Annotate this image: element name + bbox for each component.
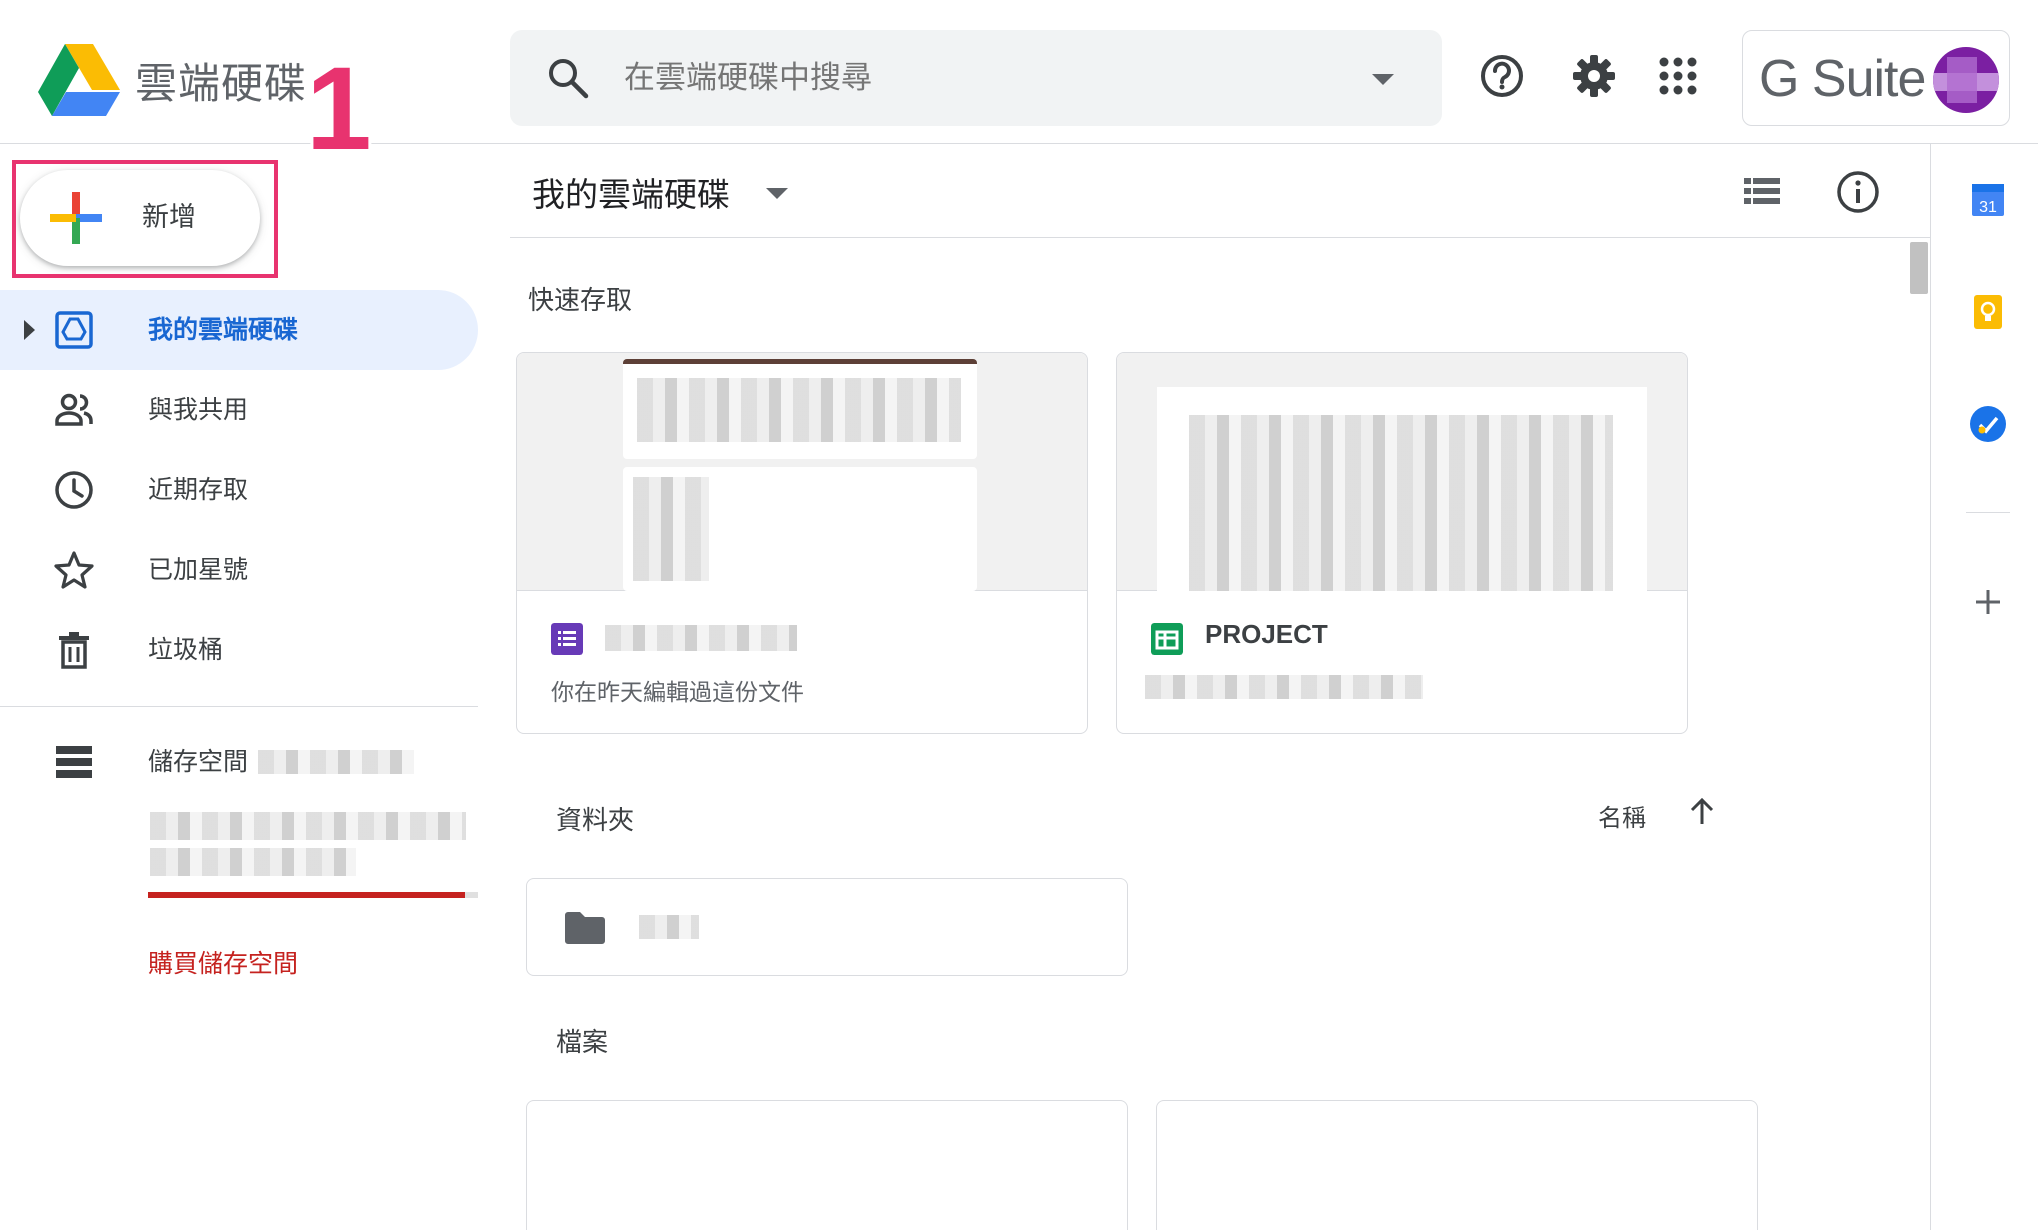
star-icon xyxy=(54,551,94,589)
side-panel-separator xyxy=(1966,512,2010,513)
search-input[interactable] xyxy=(624,30,1324,126)
quick-access-card[interactable]: PROJECT xyxy=(1116,352,1688,734)
files-heading: 檔案 xyxy=(556,1028,609,1058)
forms-file-icon xyxy=(551,623,583,655)
app-title[interactable]: 雲端硬碟 xyxy=(135,50,307,111)
file-thumbnail xyxy=(517,353,1087,591)
sort-by-name-button[interactable]: 名稱 xyxy=(1598,798,1646,833)
page-title-chevron-icon[interactable] xyxy=(766,188,788,199)
gsuite-label: G Suite xyxy=(1759,50,1926,108)
info-icon[interactable] xyxy=(1836,170,1880,214)
storage-usage-fill xyxy=(148,892,465,898)
settings-icon[interactable] xyxy=(1570,52,1618,100)
page-title[interactable]: 我的雲端硬碟 xyxy=(532,168,730,216)
calendar-day-number: 31 xyxy=(1979,199,1997,216)
sidebar-item-trash[interactable]: 垃圾桶 xyxy=(0,610,478,690)
search-options-chevron-icon[interactable] xyxy=(1372,74,1394,85)
file-name: PROJECT xyxy=(1205,619,1328,649)
folder-name-redacted xyxy=(639,915,699,939)
sidebar-item-label: 近期存取 xyxy=(148,475,249,504)
file-card[interactable] xyxy=(1156,1100,1758,1230)
avatar[interactable] xyxy=(1933,47,1999,113)
sidebar-item-label: 垃圾桶 xyxy=(148,635,224,664)
thumbnail-page xyxy=(623,467,977,591)
thumbnail-page xyxy=(1157,387,1647,591)
search-icon[interactable] xyxy=(546,56,590,100)
sidebar-item-recent[interactable]: 近期存取 xyxy=(0,450,478,530)
annotation-step-number: 1 xyxy=(303,43,375,175)
calendar-icon[interactable]: 31 xyxy=(1968,180,2008,220)
file-activity-text: 你在昨天編輯過這份文件 xyxy=(551,680,804,706)
annotation-highlight-box xyxy=(12,160,278,278)
quick-access-heading: 快速存取 xyxy=(528,286,633,316)
scrollbar-thumb[interactable] xyxy=(1910,242,1928,294)
sidebar-item-shared-with-me[interactable]: 與我共用 xyxy=(0,370,478,450)
sort-ascending-arrow-icon[interactable] xyxy=(1686,796,1718,828)
sidebar-item-label: 與我共用 xyxy=(148,395,249,424)
storage-icon xyxy=(56,746,92,778)
file-activity-redacted xyxy=(1145,675,1423,699)
keep-icon[interactable] xyxy=(1968,292,2008,332)
thumbnail-page xyxy=(623,359,977,459)
thumbnail-redacted xyxy=(633,477,709,581)
expand-caret-icon[interactable] xyxy=(24,320,35,340)
list-view-icon[interactable] xyxy=(1742,172,1782,212)
file-thumbnail xyxy=(1117,353,1687,591)
sidebar-item-label: 已加星號 xyxy=(148,555,249,584)
storage-usage-redacted xyxy=(150,812,466,840)
buy-storage-link[interactable]: 購買儲存空間 xyxy=(148,944,298,980)
sidebar-item-my-drive[interactable]: 我的雲端硬碟 xyxy=(0,290,478,370)
quick-access-card[interactable]: 你在昨天編輯過這份文件 xyxy=(516,352,1088,734)
folder-item[interactable] xyxy=(526,878,1128,976)
sidebar-divider xyxy=(0,706,478,707)
file-card[interactable] xyxy=(526,1100,1128,1230)
page-title-label: 我的雲端硬碟 xyxy=(532,175,730,214)
thumbnail-redacted xyxy=(637,378,961,442)
account-switcher[interactable]: G Suite xyxy=(1742,30,2010,126)
my-drive-icon xyxy=(55,311,93,349)
storage-usage-bar xyxy=(148,892,478,898)
trash-icon xyxy=(59,632,89,669)
thumbnail-redacted xyxy=(1189,415,1613,591)
apps-grid-icon[interactable] xyxy=(1654,52,1702,100)
clock-icon xyxy=(55,471,93,509)
storage-usage-redacted xyxy=(150,848,356,876)
sidebar-item-starred[interactable]: 已加星號 xyxy=(0,530,478,610)
storage-label: 儲存空間 xyxy=(148,747,249,776)
search-bar[interactable] xyxy=(510,30,1442,126)
shared-people-icon xyxy=(55,393,93,426)
tasks-icon[interactable] xyxy=(1968,404,2008,444)
sidebar-item-label: 我的雲端硬碟 xyxy=(148,315,299,344)
storage-amount-redacted xyxy=(258,750,414,774)
add-icon[interactable] xyxy=(1968,582,2008,622)
folder-icon xyxy=(565,912,605,944)
folders-heading: 資料夾 xyxy=(556,806,635,836)
header-divider xyxy=(510,237,1930,238)
sidebar-item-storage[interactable]: 儲存空間 xyxy=(0,722,478,802)
sheets-file-icon xyxy=(1151,623,1183,655)
top-bar: 雲端硬碟 1 G xyxy=(0,0,2038,171)
help-icon[interactable] xyxy=(1478,52,1526,100)
drive-logo-icon[interactable] xyxy=(38,44,120,116)
side-panel-divider xyxy=(1930,144,1931,1230)
file-name-redacted xyxy=(605,625,797,651)
